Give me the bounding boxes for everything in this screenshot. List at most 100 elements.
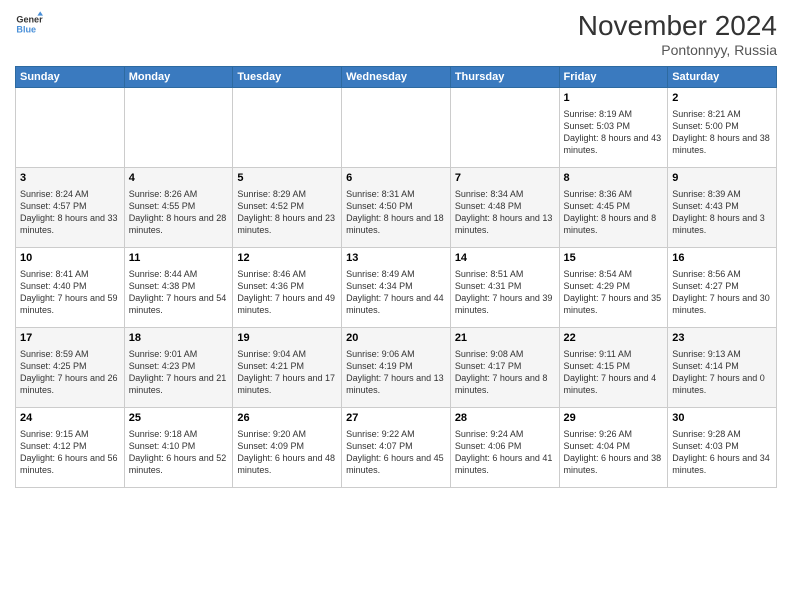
week-row-5: 24Sunrise: 9:15 AMSunset: 4:12 PMDayligh…	[16, 408, 777, 488]
week-row-1: 1Sunrise: 8:19 AMSunset: 5:03 PMDaylight…	[16, 88, 777, 168]
day-number: 24	[20, 411, 120, 426]
day-info-line: Daylight: 6 hours and 48 minutes.	[237, 452, 337, 476]
day-info-line: Sunset: 4:06 PM	[455, 440, 555, 452]
day-number: 1	[564, 91, 664, 106]
day-info-line: Sunrise: 9:22 AM	[346, 428, 446, 440]
cell-1-5	[450, 88, 559, 168]
day-info-line: Sunrise: 9:08 AM	[455, 348, 555, 360]
day-info-line: Sunrise: 9:28 AM	[672, 428, 772, 440]
col-thursday: Thursday	[450, 67, 559, 88]
day-number: 8	[564, 171, 664, 186]
col-sunday: Sunday	[16, 67, 125, 88]
subtitle: Pontonnyy, Russia	[578, 42, 777, 58]
day-info-line: Sunset: 4:29 PM	[564, 280, 664, 292]
day-number: 15	[564, 251, 664, 266]
day-info-line: Sunset: 4:15 PM	[564, 360, 664, 372]
day-info-line: Daylight: 7 hours and 49 minutes.	[237, 292, 337, 316]
cell-2-5: 7Sunrise: 8:34 AMSunset: 4:48 PMDaylight…	[450, 168, 559, 248]
cell-2-2: 4Sunrise: 8:26 AMSunset: 4:55 PMDaylight…	[124, 168, 233, 248]
cell-1-3	[233, 88, 342, 168]
page: General Blue November 2024 Pontonnyy, Ru…	[0, 0, 792, 612]
col-friday: Friday	[559, 67, 668, 88]
cell-4-2: 18Sunrise: 9:01 AMSunset: 4:23 PMDayligh…	[124, 328, 233, 408]
day-info-line: Sunset: 4:57 PM	[20, 200, 120, 212]
day-number: 23	[672, 331, 772, 346]
cell-1-1	[16, 88, 125, 168]
calendar-header: Sunday Monday Tuesday Wednesday Thursday…	[16, 67, 777, 88]
cell-5-1: 24Sunrise: 9:15 AMSunset: 4:12 PMDayligh…	[16, 408, 125, 488]
cell-5-7: 30Sunrise: 9:28 AMSunset: 4:03 PMDayligh…	[668, 408, 777, 488]
day-number: 29	[564, 411, 664, 426]
day-info-line: Sunset: 4:40 PM	[20, 280, 120, 292]
col-tuesday: Tuesday	[233, 67, 342, 88]
day-info-line: Daylight: 8 hours and 28 minutes.	[129, 212, 229, 236]
title-block: November 2024 Pontonnyy, Russia	[578, 10, 777, 58]
cell-2-7: 9Sunrise: 8:39 AMSunset: 4:43 PMDaylight…	[668, 168, 777, 248]
day-info-line: Sunrise: 9:13 AM	[672, 348, 772, 360]
day-info-line: Sunset: 4:48 PM	[455, 200, 555, 212]
main-title: November 2024	[578, 10, 777, 42]
day-info-line: Sunrise: 8:49 AM	[346, 268, 446, 280]
day-number: 12	[237, 251, 337, 266]
day-info-line: Daylight: 6 hours and 52 minutes.	[129, 452, 229, 476]
cell-2-4: 6Sunrise: 8:31 AMSunset: 4:50 PMDaylight…	[342, 168, 451, 248]
day-info-line: Sunrise: 8:39 AM	[672, 188, 772, 200]
day-info-line: Sunrise: 9:20 AM	[237, 428, 337, 440]
day-number: 3	[20, 171, 120, 186]
day-number: 9	[672, 171, 772, 186]
day-info-line: Sunset: 4:21 PM	[237, 360, 337, 372]
day-info-line: Sunset: 4:03 PM	[672, 440, 772, 452]
svg-text:Blue: Blue	[16, 24, 36, 34]
day-info-line: Daylight: 6 hours and 34 minutes.	[672, 452, 772, 476]
svg-text:General: General	[16, 15, 43, 25]
cell-2-1: 3Sunrise: 8:24 AMSunset: 4:57 PMDaylight…	[16, 168, 125, 248]
day-info-line: Daylight: 8 hours and 3 minutes.	[672, 212, 772, 236]
cell-5-3: 26 Sunrise: 9:20 AMSunset: 4:09 PMDayligh…	[233, 408, 342, 488]
day-number: 22	[564, 331, 664, 346]
day-number: 10	[20, 251, 120, 266]
day-info-line: Sunrise: 8:44 AM	[129, 268, 229, 280]
cell-3-7: 16Sunrise: 8:56 AMSunset: 4:27 PMDayligh…	[668, 248, 777, 328]
col-monday: Monday	[124, 67, 233, 88]
day-info-line: Daylight: 8 hours and 8 minutes.	[564, 212, 664, 236]
cell-4-7: 23Sunrise: 9:13 AMSunset: 4:14 PMDayligh…	[668, 328, 777, 408]
col-wednesday: Wednesday	[342, 67, 451, 88]
cell-3-5: 14Sunrise: 8:51 AMSunset: 4:31 PMDayligh…	[450, 248, 559, 328]
cell-4-4: 20Sunrise: 9:06 AMSunset: 4:19 PMDayligh…	[342, 328, 451, 408]
logo: General Blue	[15, 10, 43, 38]
day-info-line: Sunset: 4:36 PM	[237, 280, 337, 292]
day-info-line: Sunset: 4:23 PM	[129, 360, 229, 372]
week-row-3: 10Sunrise: 8:41 AMSunset: 4:40 PMDayligh…	[16, 248, 777, 328]
day-info-line: Sunrise: 8:31 AM	[346, 188, 446, 200]
day-info-line: Sunrise: 8:36 AM	[564, 188, 664, 200]
day-info-line: Daylight: 8 hours and 18 minutes.	[346, 212, 446, 236]
day-info-line: Sunset: 4:27 PM	[672, 280, 772, 292]
day-number: 27	[346, 411, 446, 426]
day-number: 2	[672, 91, 772, 106]
day-number: 7	[455, 171, 555, 186]
day-info-line: Daylight: 7 hours and 44 minutes.	[346, 292, 446, 316]
day-info-line: Daylight: 8 hours and 23 minutes.	[237, 212, 337, 236]
cell-1-2	[124, 88, 233, 168]
day-info-line: Daylight: 6 hours and 38 minutes.	[564, 452, 664, 476]
day-info-line: Daylight: 7 hours and 59 minutes.	[20, 292, 120, 316]
day-number: 18	[129, 331, 229, 346]
day-info-line: Sunset: 4:55 PM	[129, 200, 229, 212]
day-info-line: Sunrise: 8:59 AM	[20, 348, 120, 360]
week-row-4: 17Sunrise: 8:59 AMSunset: 4:25 PMDayligh…	[16, 328, 777, 408]
day-number: 28	[455, 411, 555, 426]
day-info-line: Sunrise: 8:21 AM	[672, 108, 772, 120]
day-info-line: Sunrise: 8:41 AM	[20, 268, 120, 280]
day-info-line: Sunset: 4:04 PM	[564, 440, 664, 452]
day-info-line: Sunset: 4:31 PM	[455, 280, 555, 292]
col-saturday: Saturday	[668, 67, 777, 88]
day-info-line: Sunset: 4:09 PM	[237, 440, 337, 452]
day-info-line: Sunset: 4:50 PM	[346, 200, 446, 212]
day-info-line: Sunset: 4:10 PM	[129, 440, 229, 452]
cell-4-5: 21Sunrise: 9:08 AMSunset: 4:17 PMDayligh…	[450, 328, 559, 408]
day-info-line: Sunset: 4:38 PM	[129, 280, 229, 292]
cell-2-6: 8Sunrise: 8:36 AMSunset: 4:45 PMDaylight…	[559, 168, 668, 248]
day-number: 26	[237, 411, 337, 426]
day-info-line: Daylight: 8 hours and 38 minutes.	[672, 132, 772, 156]
day-info-line: Daylight: 7 hours and 17 minutes.	[237, 372, 337, 396]
